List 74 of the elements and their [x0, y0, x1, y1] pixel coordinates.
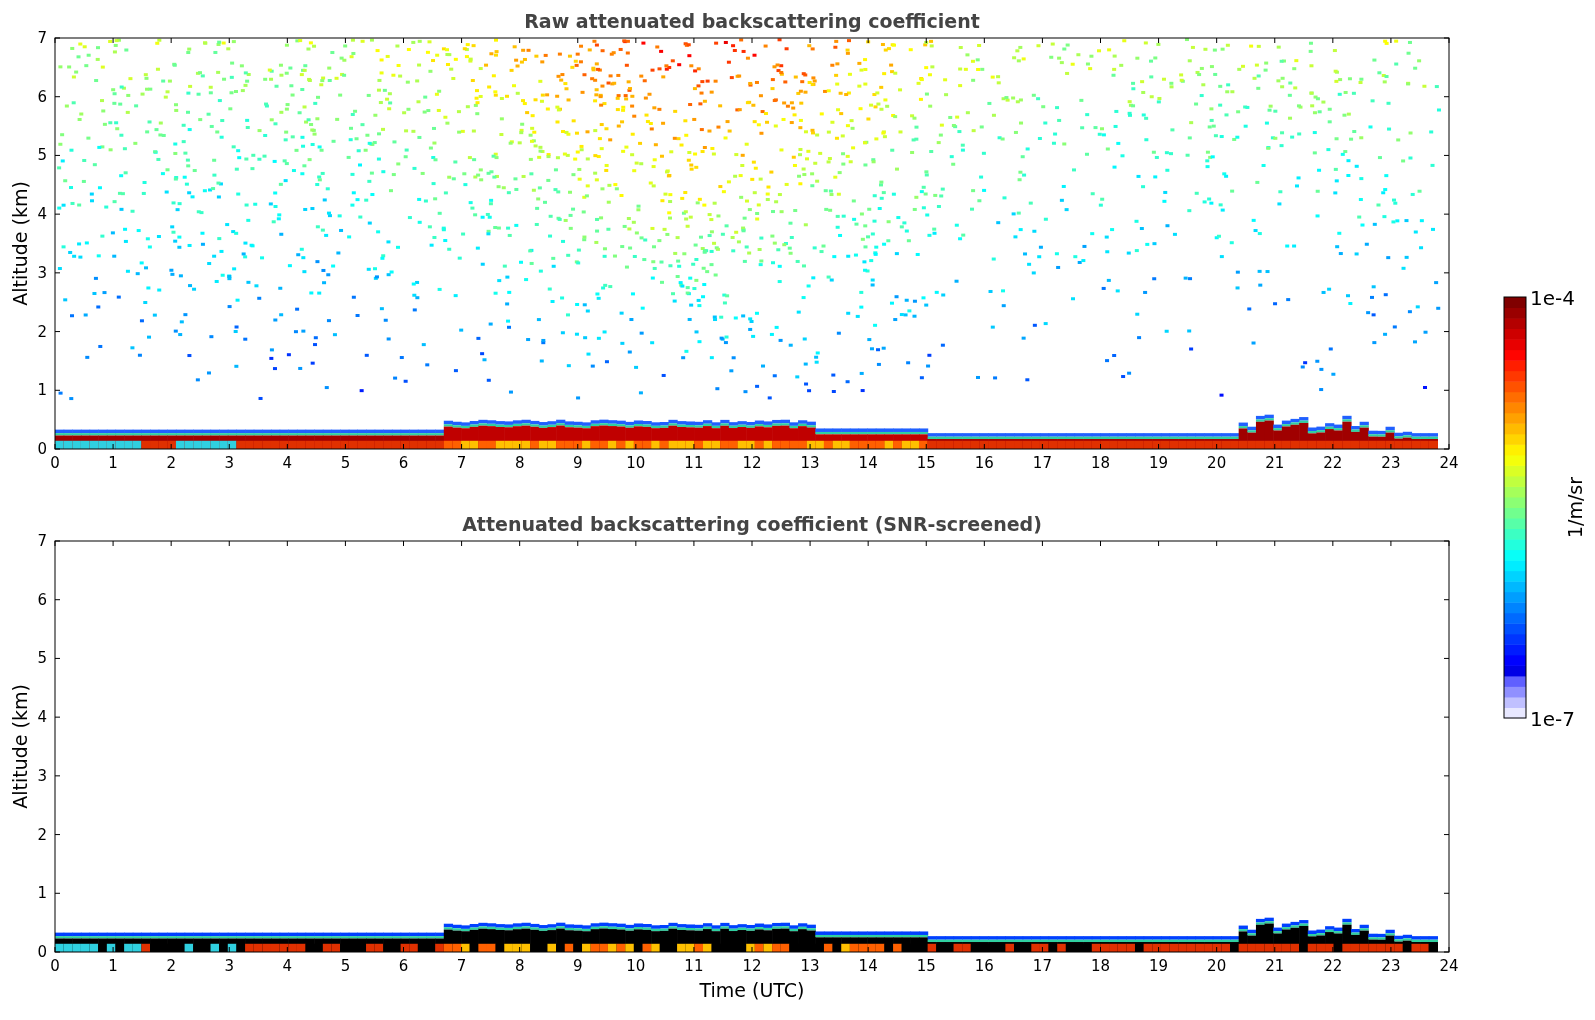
- y-tick-label: 1: [37, 884, 47, 903]
- colorbar-max-label: 1e-4: [1530, 286, 1575, 310]
- y-tick-label: 2: [37, 825, 47, 844]
- x-tick-label: 18: [1090, 957, 1111, 975]
- x-tick-label: 17: [1032, 454, 1052, 472]
- y-tick-label: 4: [37, 205, 47, 224]
- plot-title: Raw attenuated backscattering coefficient: [524, 10, 980, 32]
- x-tick-label: 0: [50, 454, 60, 472]
- y-axis-label: Altitude (km): [9, 181, 31, 306]
- x-tick-label: 9: [573, 454, 583, 472]
- y-tick-label: 5: [37, 649, 47, 668]
- x-tick-label: 0: [50, 957, 60, 975]
- plot-title: Attenuated backscattering coefficient (SNR-screened): [462, 513, 1042, 535]
- y-tick-label: 7: [37, 29, 47, 47]
- y-tick-label: 6: [37, 590, 47, 609]
- x-tick-label: 4: [282, 957, 293, 975]
- y-tick-label: 0: [37, 943, 47, 961]
- x-tick-label: 3: [224, 957, 234, 975]
- colorbar-min-label: 1e-7: [1530, 707, 1575, 731]
- colorbar-label: 1/m/sr: [1564, 476, 1586, 539]
- x-axis-label: Time (UTC): [699, 979, 805, 1001]
- x-tick-label: 5: [340, 957, 351, 975]
- x-tick-label: 18: [1090, 454, 1111, 472]
- y-axis-label: Altitude (km): [9, 684, 31, 809]
- x-tick-label: 19: [1149, 454, 1169, 472]
- x-tick-label: 3: [224, 454, 234, 472]
- y-tick-label: 2: [37, 322, 47, 341]
- y-tick-label: 4: [37, 708, 47, 727]
- x-tick-label: 5: [340, 454, 351, 472]
- x-tick-label: 22: [1323, 454, 1343, 472]
- x-tick-label: 1: [108, 957, 118, 975]
- y-tick-label: 1: [37, 381, 47, 400]
- x-tick-label: 10: [626, 957, 646, 975]
- x-tick-label: 12: [742, 957, 762, 975]
- x-tick-label: 16: [974, 957, 994, 975]
- x-tick-label: 13: [800, 454, 820, 472]
- x-tick-label: 19: [1149, 957, 1169, 975]
- x-tick-label: 13: [800, 957, 820, 975]
- x-tick-label: 21: [1265, 957, 1285, 975]
- y-tick-label: 3: [37, 766, 47, 785]
- x-tick-label: 6: [398, 957, 409, 975]
- x-tick-label: 23: [1381, 957, 1401, 975]
- x-tick-label: 16: [974, 454, 994, 472]
- x-tick-label: 22: [1323, 957, 1343, 975]
- x-tick-label: 15: [916, 957, 936, 975]
- x-tick-label: 7: [456, 957, 467, 975]
- x-tick-label: 21: [1265, 454, 1285, 472]
- y-tick-label: 7: [37, 532, 47, 550]
- x-tick-label: 23: [1381, 454, 1401, 472]
- x-tick-label: 20: [1207, 454, 1227, 472]
- x-tick-label: 7: [456, 454, 467, 472]
- y-tick-label: 3: [37, 263, 47, 282]
- x-tick-label: 14: [858, 454, 878, 472]
- x-tick-label: 20: [1207, 957, 1227, 975]
- x-tick-label: 2: [166, 957, 176, 975]
- x-tick-label: 11: [684, 957, 704, 975]
- x-tick-label: 11: [684, 454, 704, 472]
- x-tick-label: 6: [398, 454, 409, 472]
- x-tick-label: 10: [626, 454, 646, 472]
- x-tick-label: 24: [1439, 957, 1459, 975]
- x-tick-label: 17: [1032, 957, 1052, 975]
- x-tick-label: 1: [108, 454, 118, 472]
- x-tick-label: 4: [282, 454, 293, 472]
- x-tick-label: 8: [514, 957, 525, 975]
- x-tick-label: 2: [166, 454, 176, 472]
- x-tick-label: 24: [1439, 454, 1459, 472]
- x-tick-label: 14: [858, 957, 878, 975]
- y-tick-label: 6: [37, 87, 47, 106]
- x-tick-label: 12: [742, 454, 762, 472]
- x-tick-label: 15: [916, 454, 936, 472]
- y-tick-label: 5: [37, 146, 47, 165]
- x-tick-label: 9: [573, 957, 583, 975]
- x-tick-label: 8: [514, 454, 525, 472]
- y-tick-label: 0: [37, 440, 47, 458]
